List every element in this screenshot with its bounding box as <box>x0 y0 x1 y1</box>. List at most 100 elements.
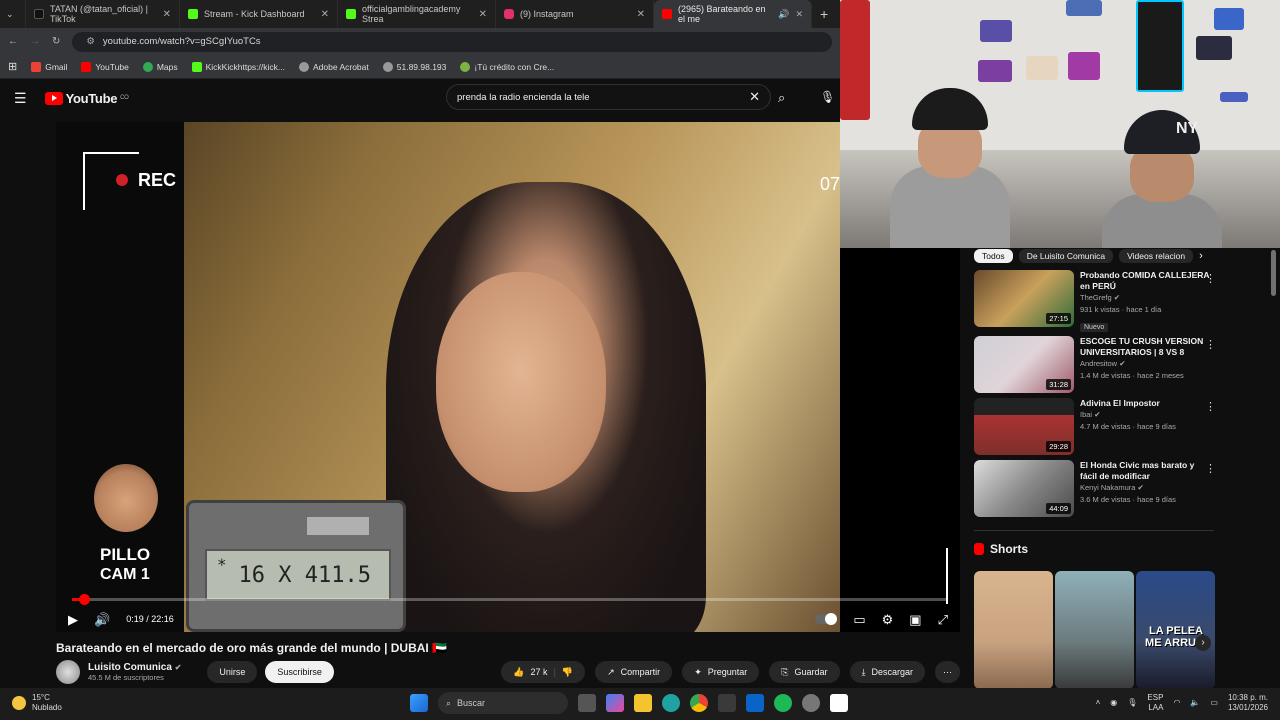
taskbar-search[interactable]: ⌕ Buscar <box>438 692 568 714</box>
pillo-cam-overlay: PILLO CAM 1 <box>86 464 166 584</box>
close-icon[interactable]: ✕ <box>479 9 487 20</box>
video-player[interactable]: REC 07 * 16 X 411.5 PILLO CAM 1 <box>56 122 840 632</box>
wifi-icon[interactable]: ◠ <box>1173 698 1180 708</box>
bookmark-kick[interactable]: KickKickhttps://kick... <box>191 61 285 72</box>
join-button[interactable]: Unirse <box>207 661 258 683</box>
volume-icon[interactable]: 🔈 <box>1190 698 1200 708</box>
close-icon[interactable]: ✕ <box>321 9 329 20</box>
battery-icon[interactable]: ▭ <box>1210 698 1218 708</box>
more-options-icon[interactable]: ⋮ <box>1205 272 1216 285</box>
taskbar-apps: ⌕ Buscar <box>410 692 848 714</box>
close-icon[interactable]: ✕ <box>637 9 645 20</box>
chrome-icon[interactable] <box>690 694 708 712</box>
video-person-face <box>436 272 606 492</box>
like-button[interactable]: 👍 27 k | 👎 <box>501 661 586 683</box>
video-thumbnail[interactable]: 27:15 <box>974 270 1074 327</box>
browser-tab-youtube[interactable]: (2965) Barateando en el me 🔊 ✕ <box>654 0 812 28</box>
subscribe-button[interactable]: Suscribirse <box>265 661 334 683</box>
search-icon[interactable]: ⌕ <box>778 90 785 106</box>
apps-grid-icon[interactable]: ⊞ <box>8 60 17 73</box>
pillo-avatar <box>94 464 158 532</box>
task-view-icon[interactable] <box>578 694 596 712</box>
chip-related[interactable]: Videos relacion <box>1119 249 1194 263</box>
file-explorer-icon[interactable] <box>634 694 652 712</box>
bookmark-gmail[interactable]: Gmail <box>31 61 67 72</box>
search-input[interactable]: prenda la radio encienda la tele ✕ <box>446 84 771 110</box>
save-button[interactable]: ⎘ Guardar <box>769 661 840 683</box>
youtube-logo[interactable]: YouTube CO <box>44 91 129 106</box>
video-thumbnail[interactable]: 44:09 <box>974 460 1074 517</box>
bookmark-maps[interactable]: Maps <box>142 61 178 72</box>
more-options-icon[interactable]: ⋮ <box>1205 462 1216 475</box>
related-video[interactable]: 31:28 ESCOGE TU CRUSH VERSION UNIVERSITA… <box>974 336 1222 398</box>
chevron-right-icon[interactable]: › <box>1199 250 1203 262</box>
outlook-icon[interactable] <box>746 694 764 712</box>
related-videos: 27:15 Probando COMIDA CALLEJERA en PERÚ … <box>974 270 1222 522</box>
microphone-icon[interactable]: 🎙 <box>820 90 835 104</box>
new-tab-button[interactable]: + <box>812 6 836 22</box>
windows-start-icon[interactable] <box>410 694 428 712</box>
tiktok-icon <box>34 9 44 19</box>
bookmark-ip[interactable]: 51.89.98.193 <box>382 61 446 72</box>
site-info-icon[interactable]: ⚙ <box>86 36 95 47</box>
more-options-icon[interactable]: ⋮ <box>1205 400 1216 413</box>
reload-icon[interactable]: ↻ <box>52 36 60 47</box>
bookmark-credito[interactable]: ¡Tú crédito con Cre... <box>460 61 554 72</box>
short-thumbnail[interactable]: LA PELEA ME ARRUIN <box>1136 571 1215 689</box>
speaker-icon[interactable]: 🔊 <box>778 9 789 20</box>
weather-icon <box>12 696 26 710</box>
globe-icon <box>382 61 393 72</box>
browser-tab-kick-dashboard[interactable]: Stream - Kick Dashboard ✕ <box>180 0 338 28</box>
tab-list-button[interactable]: ⌄ <box>0 0 26 28</box>
youtube-icon <box>662 9 672 19</box>
copilot-icon[interactable] <box>606 694 624 712</box>
calculator-solar-panel <box>307 517 369 535</box>
store-icon[interactable] <box>718 694 736 712</box>
browser-tab-instagram[interactable]: (9) Instagram ✕ <box>496 0 654 28</box>
rec-frame <box>83 152 139 210</box>
back-icon[interactable]: ← <box>8 36 18 47</box>
more-actions-button[interactable]: ⋯ <box>935 661 960 683</box>
related-video[interactable]: 29:28 Adivina El Impostor Ibai ✔ 4.7 M d… <box>974 398 1222 460</box>
short-thumbnail[interactable] <box>1055 571 1134 689</box>
rec-time: 07 <box>819 174 840 194</box>
bookmark-adobe-acrobat[interactable]: Adobe Acrobat <box>298 61 369 72</box>
spotify-icon[interactable] <box>774 694 792 712</box>
channel-info: Luisito Comunica ✔ 45.5 M de suscriptore… <box>88 662 181 682</box>
short-thumbnail[interactable] <box>974 571 1053 689</box>
chevron-up-icon[interactable]: ˄ <box>1096 698 1101 708</box>
clock[interactable]: 10:38 p. m. 13/01/2026 <box>1228 693 1268 713</box>
clear-search-icon[interactable]: ✕ <box>749 89 760 105</box>
settings-icon[interactable] <box>802 694 820 712</box>
bookmark-youtube[interactable]: YouTube <box>81 61 129 72</box>
chip-channel[interactable]: De Luisito Comunica <box>1018 249 1114 263</box>
forward-icon[interactable]: → <box>30 36 40 47</box>
mic-icon[interactable]: 🎙 <box>1127 698 1137 708</box>
network-icon[interactable]: ◉ <box>1110 698 1117 708</box>
channel-name[interactable]: Luisito Comunica <box>88 662 172 673</box>
video-thumbnail[interactable]: 29:28 <box>974 398 1074 455</box>
shorts-icon <box>974 543 984 555</box>
share-button[interactable]: ↗ Compartir <box>595 661 673 683</box>
related-video[interactable]: 27:15 Probando COMIDA CALLEJERA en PERÚ … <box>974 270 1222 332</box>
more-options-icon[interactable]: ⋮ <box>1205 338 1216 351</box>
edge-icon[interactable] <box>662 694 680 712</box>
weather-widget[interactable]: 15°C Nublado <box>12 693 62 713</box>
menu-icon[interactable]: ☰ <box>14 90 27 107</box>
video-thumbnail[interactable]: 31:28 <box>974 336 1074 393</box>
browser-tab-tiktok[interactable]: TATAN (@tatan_oficial) | TikTok ✕ <box>26 0 180 28</box>
scrollbar[interactable] <box>1271 250 1276 296</box>
close-icon[interactable]: ✕ <box>163 9 171 20</box>
related-video[interactable]: 44:09 El Honda Civic mas barato y fácil … <box>974 460 1222 522</box>
chip-all[interactable]: Todos <box>974 249 1013 263</box>
capcut-icon[interactable] <box>830 694 848 712</box>
chevron-right-icon[interactable]: › <box>1195 635 1211 651</box>
ask-button[interactable]: ✦ Preguntar <box>682 661 760 683</box>
download-button[interactable]: ⤓ Descargar <box>849 661 925 683</box>
close-icon[interactable]: ✕ <box>795 9 803 20</box>
thumbs-down-icon[interactable]: 👎 <box>562 667 573 678</box>
language-indicator[interactable]: ESP LAA <box>1147 693 1163 713</box>
channel-avatar[interactable] <box>56 660 80 684</box>
browser-tab-kick-stream[interactable]: officialgamblingacademy Strea ✕ <box>338 0 496 28</box>
url-field[interactable]: ⚙ youtube.com/watch?v=gSCgIYuoTCs <box>72 31 832 52</box>
